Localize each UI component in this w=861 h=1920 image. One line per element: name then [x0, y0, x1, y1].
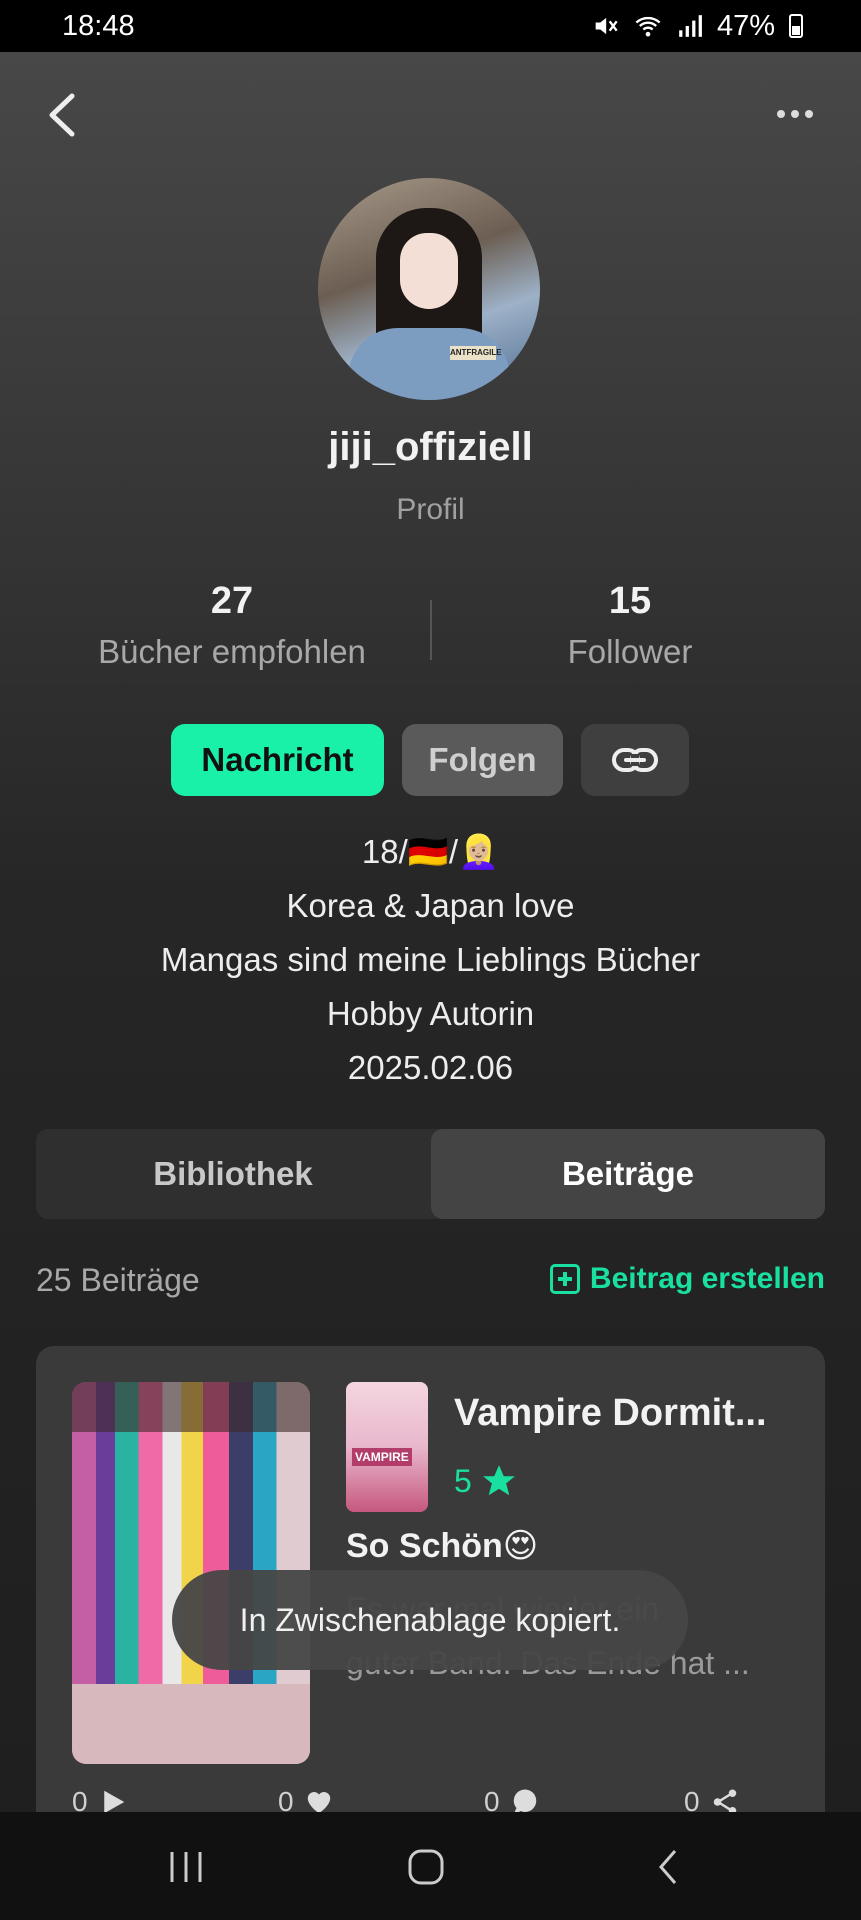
bio-line: Korea & Japan love [286, 887, 575, 924]
tab-library[interactable]: Bibliothek [36, 1129, 430, 1219]
copy-link-button[interactable] [581, 724, 689, 796]
signal-icon [679, 15, 702, 37]
link-icon [612, 748, 658, 772]
bio: 18/🇩🇪/👱🏼‍♀️ Korea & Japan love Mangas si… [0, 828, 861, 1098]
posts-header: 25 Beiträge Beitrag erstellen [36, 1262, 825, 1306]
clipboard-toast: In Zwischenablage kopiert. [172, 1570, 688, 1670]
top-nav [0, 52, 861, 177]
avatar[interactable]: ANTFRAGILE [318, 178, 540, 400]
bio-line: 18/🇩🇪/👱🏼‍♀️ [361, 833, 500, 870]
photo-shade [72, 1382, 310, 1432]
book-cover[interactable]: VAMPIRE [346, 1382, 428, 1512]
followers-count: 15 [608, 580, 652, 622]
username: jiji_offiziell [328, 425, 533, 469]
profile-actions: Nachricht Folgen [0, 724, 861, 796]
home-button[interactable] [396, 1842, 456, 1892]
followers-label: Follower [567, 633, 693, 670]
tab-posts[interactable]: Beiträge [431, 1129, 825, 1219]
follow-button[interactable]: Folgen [402, 724, 563, 796]
home-icon [408, 1849, 444, 1885]
profile-stats: 27 Bücher empfohlen 15 Follower [0, 580, 861, 680]
create-post-button[interactable]: Beitrag erstellen [549, 1262, 825, 1296]
book-title[interactable]: Vampire Dormit... [454, 1392, 794, 1435]
stat-books[interactable]: 27 Bücher empfohlen [62, 580, 402, 671]
rating: 5 [454, 1462, 518, 1500]
status-bar: 18:48 47% [0, 0, 861, 52]
nav-back-button[interactable] [638, 1842, 698, 1892]
mute-icon [595, 17, 618, 35]
avatar-tag: ANTFRAGILE [450, 346, 502, 360]
avatar-face [400, 233, 458, 309]
bio-line: Mangas sind meine Lieblings Bücher [160, 941, 701, 978]
book-cover-text: VAMPIRE [352, 1448, 412, 1466]
books-label: Bücher empfohlen [98, 633, 366, 670]
status-icons: 47% [591, 10, 803, 43]
battery-icon [789, 14, 803, 38]
status-time: 18:48 [62, 9, 135, 42]
bio-line: Hobby Autorin [326, 995, 535, 1032]
plus-square-icon [549, 1264, 580, 1294]
back-icon [49, 93, 75, 137]
posts-count: 25 Beiträge [36, 1262, 200, 1298]
recent-apps-button[interactable] [156, 1842, 216, 1892]
more-button[interactable] [765, 92, 825, 132]
more-icon [777, 110, 813, 118]
post-heading: So Schön😍 [346, 1527, 539, 1565]
books-count: 27 [210, 580, 254, 622]
wifi-icon [635, 16, 661, 37]
star-icon [482, 1465, 515, 1496]
profile-tabs: Bibliothek Beiträge [36, 1129, 825, 1219]
recent-apps-icon [170, 1852, 202, 1882]
battery-percent: 47% [716, 9, 775, 42]
profile-subtitle: Profil [396, 493, 465, 526]
stat-followers[interactable]: 15 Follower [460, 580, 800, 671]
avatar-jacket [348, 328, 510, 400]
photo-bottom [72, 1684, 310, 1764]
bio-line: 2025.02.06 [347, 1049, 514, 1086]
stat-divider [430, 600, 432, 660]
nav-back-icon [659, 1850, 677, 1884]
create-post-label: Beitrag erstellen [589, 1262, 825, 1295]
system-nav-bar [0, 1812, 861, 1920]
message-button[interactable]: Nachricht [171, 724, 384, 796]
back-button[interactable] [40, 90, 90, 140]
rating-value: 5 [454, 1462, 472, 1499]
